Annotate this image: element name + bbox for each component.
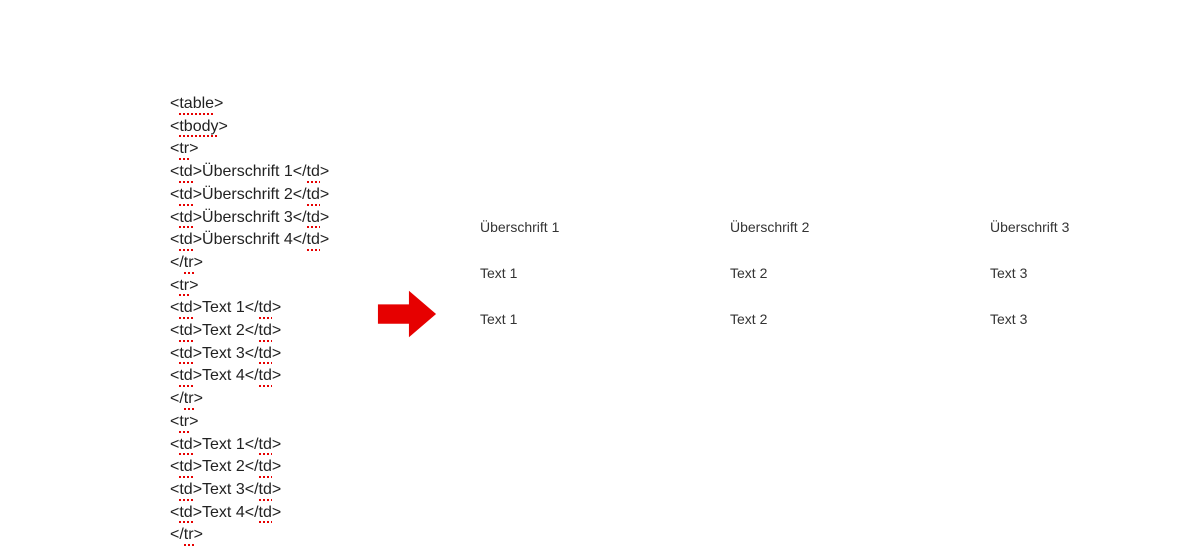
code-line: <td>Überschrift 1</td> [170,161,329,184]
spellcheck-squiggle: td [179,229,192,252]
table-cell: Text 3 [990,296,1180,342]
table-cell: Text 1 [480,250,730,296]
code-line: </tr> [170,524,329,547]
code-line: <td>Text 1</td> [170,434,329,457]
spellcheck-squiggle: td [179,456,192,479]
spellcheck-squiggle: td [179,434,192,457]
code-line: <tbody> [170,116,329,139]
spellcheck-squiggle: tr [179,411,189,434]
code-line: <td>Überschrift 2</td> [170,184,329,207]
code-line: </tr> [170,252,329,275]
spellcheck-squiggle: td [259,343,272,366]
spellcheck-squiggle: td [179,343,192,366]
table-cell: Text 2 [730,296,990,342]
code-line: <tr> [170,275,329,298]
spellcheck-squiggle: td [179,320,192,343]
table-cell: Text 3 [990,250,1180,296]
code-line: <td>Text 2</td> [170,456,329,479]
spellcheck-squiggle: td [307,161,320,184]
table-cell: Überschrift 1 [480,204,730,250]
spellcheck-squiggle: td [259,297,272,320]
rendered-table: Überschrift 1 Überschrift 2 Überschrift … [480,204,1180,342]
spellcheck-squiggle: td [179,207,192,230]
spellcheck-squiggle: td [259,434,272,457]
spellcheck-squiggle: tr [179,275,189,298]
code-line: <tr> [170,138,329,161]
spellcheck-squiggle: tbody [179,116,218,139]
spellcheck-squiggle: td [179,161,192,184]
spellcheck-squiggle: td [179,479,192,502]
spellcheck-squiggle: td [259,479,272,502]
table-row: Text 1 Text 2 Text 3 [480,296,1180,342]
code-line: <table> [170,93,329,116]
code-line: <tr> [170,411,329,434]
code-line: </tr> [170,388,329,411]
document-stage: <table><tbody><tr><td>Überschrift 1</td>… [0,0,1200,550]
spellcheck-squiggle: td [259,320,272,343]
spellcheck-squiggle: td [179,502,192,525]
code-line: <td>Überschrift 3</td> [170,207,329,230]
code-line: <td>Text 4</td> [170,365,329,388]
spellcheck-squiggle: td [307,207,320,230]
code-line: <td>Text 2</td> [170,320,329,343]
code-line: <td>Text 1</td> [170,297,329,320]
table-row: Überschrift 1 Überschrift 2 Überschrift … [480,204,1180,250]
spellcheck-squiggle: td [307,184,320,207]
spellcheck-squiggle: td [179,297,192,320]
spellcheck-squiggle: tr [179,138,189,161]
code-block: <table><tbody><tr><td>Überschrift 1</td>… [170,93,329,547]
spellcheck-squiggle: td [179,184,192,207]
arrow-icon [376,283,438,345]
spellcheck-squiggle: td [259,456,272,479]
spellcheck-squiggle: tr [184,524,194,547]
code-line: <td>Text 3</td> [170,343,329,366]
table-row: Text 1 Text 2 Text 3 [480,250,1180,296]
table-cell: Text 1 [480,296,730,342]
code-line: <td>Text 3</td> [170,479,329,502]
code-line: <td>Text 4</td> [170,502,329,525]
code-line: <td>Überschrift 4</td> [170,229,329,252]
spellcheck-squiggle: td [259,365,272,388]
spellcheck-squiggle: td [307,229,320,252]
spellcheck-squiggle: td [259,502,272,525]
spellcheck-squiggle: tr [184,388,194,411]
spellcheck-squiggle: td [179,365,192,388]
spellcheck-squiggle: table [179,93,214,116]
table-cell: Text 2 [730,250,990,296]
spellcheck-squiggle: tr [184,252,194,275]
table-cell: Überschrift 3 [990,204,1180,250]
table-cell: Überschrift 2 [730,204,990,250]
